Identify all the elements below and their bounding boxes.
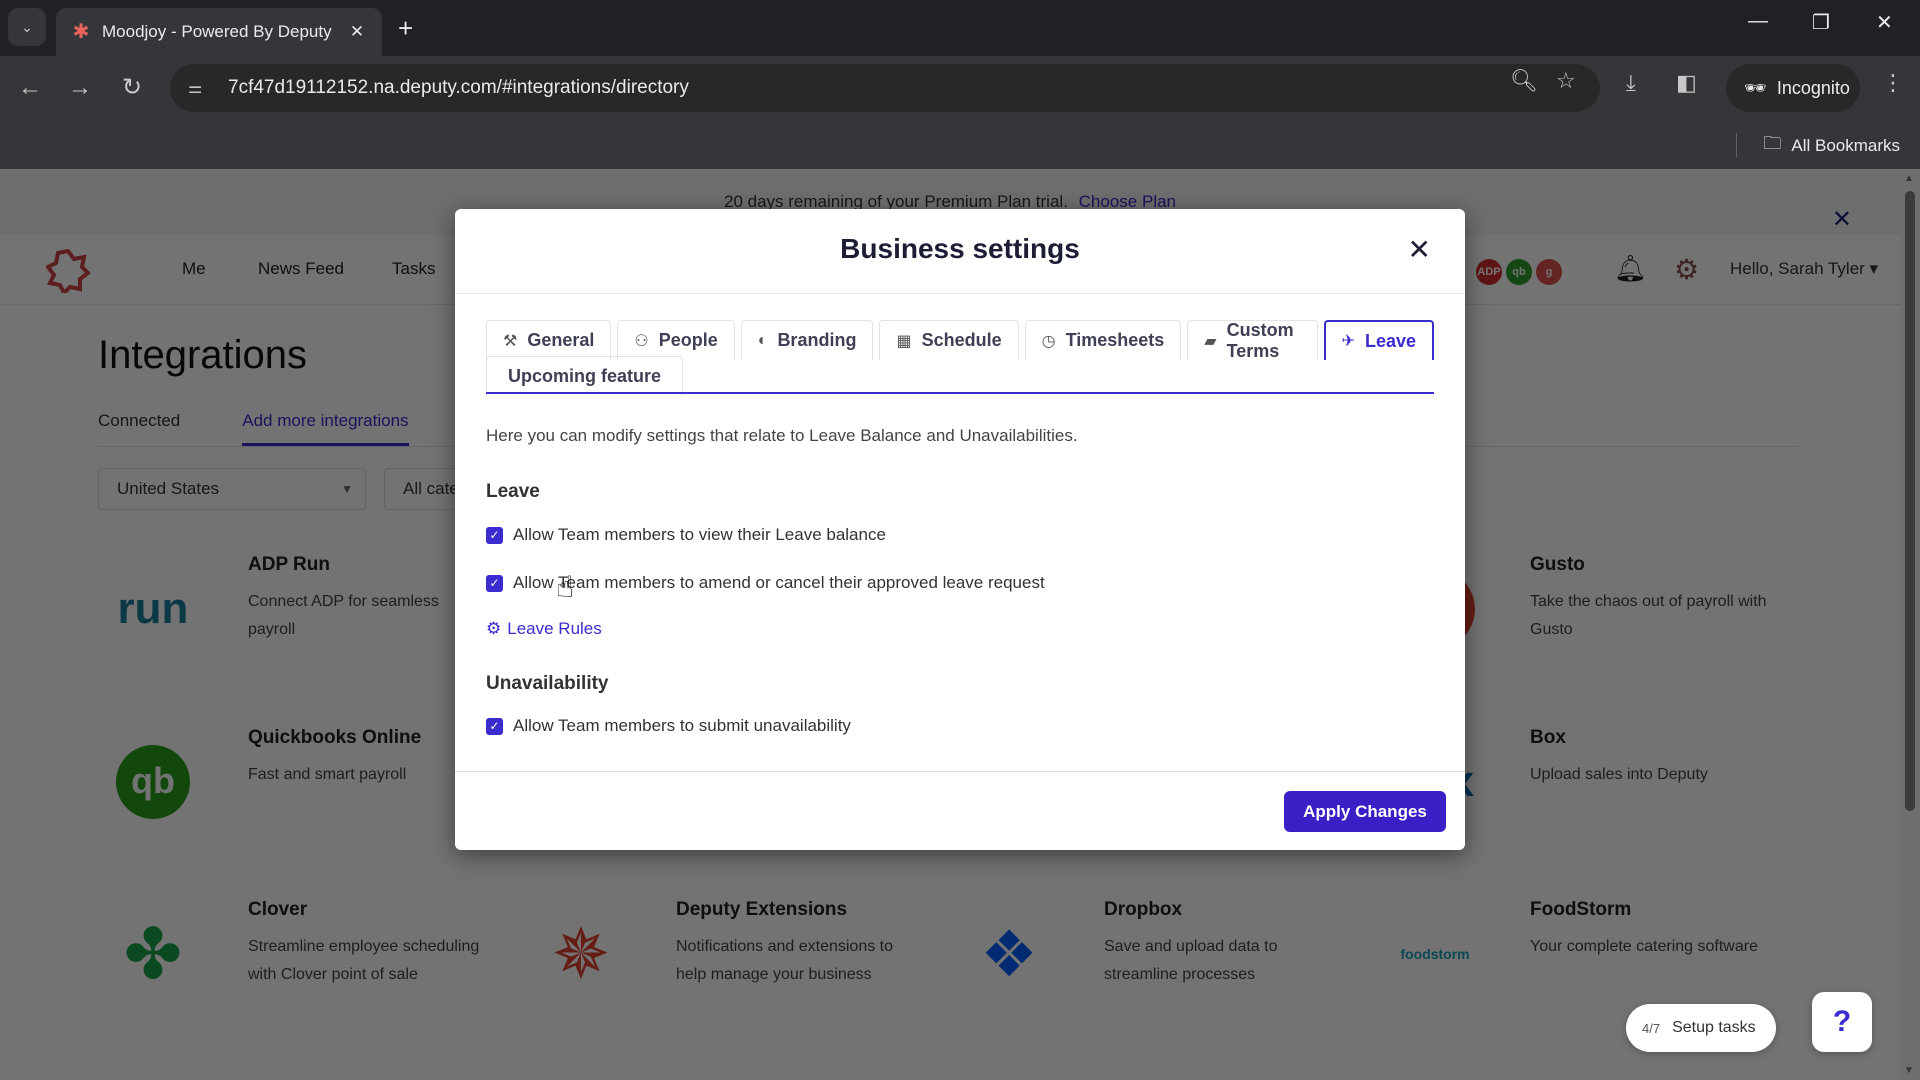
deputy-favicon-icon: ✱ xyxy=(72,21,90,43)
palette-icon: ◐ xyxy=(757,331,768,349)
hand-cursor-icon: ☝ xyxy=(556,571,575,604)
tab-label: People xyxy=(658,330,718,350)
incognito-icon: 🕶︎ xyxy=(1744,77,1767,98)
download-icon[interactable]: ⤓ xyxy=(1626,70,1636,96)
tab-branding[interactable]: ◐ Branding xyxy=(740,320,874,360)
amend-cancel-leave-checkbox[interactable]: ✓ xyxy=(486,574,503,592)
tab-label: Upcoming feature xyxy=(508,366,662,386)
calendar-icon: ▦ xyxy=(896,332,912,350)
tab-schedule[interactable]: ▦ Schedule xyxy=(879,320,1019,360)
forward-button[interactable]: → xyxy=(62,70,98,106)
side-panel-icon[interactable]: ◧ xyxy=(1676,70,1697,96)
close-window-button[interactable]: ✕ xyxy=(1876,10,1893,35)
tab-label: Schedule xyxy=(921,330,1002,350)
all-bookmarks-label: All Bookmarks xyxy=(1791,136,1900,155)
incognito-label: Incognito xyxy=(1776,77,1850,98)
people-icon: ⚇ xyxy=(634,332,649,350)
plane-icon: ✈ xyxy=(1341,333,1355,350)
tab-label: Timesheets xyxy=(1065,330,1165,350)
unavailability-section-title: Unavailability xyxy=(486,673,609,694)
business-settings-modal: Business settings ✕ ⚒ General ⚇ People ◐ Br… xyxy=(455,209,1465,850)
restore-button[interactable]: ❐ xyxy=(1812,10,1830,35)
bookmark-star-icon[interactable]: ☆ xyxy=(1556,68,1576,94)
submit-unavailability-checkbox[interactable]: ✓ xyxy=(486,717,503,735)
browser-tab-active[interactable]: ✱ Moodjoy - Powered By Deputy ✕ xyxy=(56,8,382,56)
tabs-underline xyxy=(486,392,1434,394)
option-label: Allow Team members to submit unavailabil… xyxy=(513,716,851,735)
book-icon: ▰ xyxy=(1204,332,1217,350)
address-bar[interactable]: ⚌ 7cf47d19112152.na.deputy.com/#integrat… xyxy=(170,64,1600,112)
apply-changes-button[interactable]: Apply Changes xyxy=(1284,791,1446,832)
setup-tasks-button[interactable]: 4/7 Setup tasks xyxy=(1626,1004,1776,1052)
reload-icon: ↻ xyxy=(121,74,143,101)
clock-icon: ◷ xyxy=(1041,332,1056,350)
tab-custom-terms[interactable]: ▰ Custom Terms xyxy=(1187,319,1318,361)
chevron-down-icon: ⌄ xyxy=(21,18,33,35)
tab-label: General xyxy=(527,330,595,350)
back-button[interactable]: ← xyxy=(12,70,48,106)
modal-footer-divider xyxy=(455,771,1465,772)
help-button[interactable]: ? xyxy=(1812,992,1872,1052)
arrow-left-icon: ← xyxy=(18,74,42,101)
tab-upcoming-feature[interactable]: Upcoming feature xyxy=(486,356,684,396)
scroll-down-icon[interactable]: ▼ xyxy=(1904,1065,1914,1076)
view-leave-balance-option[interactable]: ✓ Allow Team members to view their Leave… xyxy=(486,525,886,545)
leave-section-title: Leave xyxy=(486,481,540,502)
tab-search-button[interactable]: ⌄ xyxy=(8,8,46,46)
browser-tabstrip: ⌄ ✱ Moodjoy - Powered By Deputy ✕ + — ❐ … xyxy=(0,0,1920,56)
tools-icon: ⚒ xyxy=(503,332,518,350)
submit-unavailability-option[interactable]: ✓ Allow Team members to submit unavailab… xyxy=(486,716,851,736)
arrow-right-icon: → xyxy=(68,74,92,101)
incognito-indicator[interactable]: 🕶︎ Incognito xyxy=(1726,64,1860,112)
modal-header-divider xyxy=(455,293,1465,294)
tab-timesheets[interactable]: ◷ Timesheets xyxy=(1024,320,1182,360)
settings-tabs: ⚒ General ⚇ People ◐ Branding ▦ Schedule ◷ Ti… xyxy=(486,320,1434,396)
site-info-icon[interactable]: ⚌ xyxy=(188,78,214,98)
tab-leave[interactable]: ✈ Leave xyxy=(1323,320,1434,360)
new-tab-button[interactable]: + xyxy=(398,14,413,42)
reload-button[interactable]: ↻ xyxy=(114,70,150,106)
url-text: 7cf47d19112152.na.deputy.com/#integratio… xyxy=(228,77,689,98)
browser-toolbar: ← → ↻ ⚌ 7cf47d19112152.na.deputy.com/#in… xyxy=(0,56,1920,121)
scroll-up-icon[interactable]: ▲ xyxy=(1904,173,1914,184)
tab-general[interactable]: ⚒ General xyxy=(486,320,612,360)
view-leave-balance-checkbox[interactable]: ✓ xyxy=(486,526,503,544)
bookmarks-divider xyxy=(1736,133,1737,157)
browser-menu-icon[interactable]: ⋮ xyxy=(1882,70,1904,96)
scrollbar-thumb[interactable] xyxy=(1905,191,1915,811)
leave-rules-label: Leave Rules xyxy=(507,619,602,638)
tab-title: Moodjoy - Powered By Deputy xyxy=(102,22,332,41)
modal-title: Business settings xyxy=(840,233,1080,264)
leave-rules-link[interactable]: ⚙ Leave Rules xyxy=(486,619,602,639)
page-scrollbar[interactable]: ▲ ▼ xyxy=(1900,169,1920,1080)
minimize-button[interactable]: — xyxy=(1748,10,1768,33)
option-label: Allow Team members to amend or cancel th… xyxy=(513,573,1045,592)
tab-close-icon[interactable]: ✕ xyxy=(346,22,368,42)
option-label: Allow Team members to view their Leave b… xyxy=(513,525,886,544)
tab-label: Leave xyxy=(1364,330,1416,351)
folder-icon: 🗀 xyxy=(1763,133,1782,153)
bookmarks-bar: 🗀 All Bookmarks xyxy=(0,121,1920,169)
setup-tasks-count: 4/7 xyxy=(1642,1020,1661,1036)
modal-close-icon[interactable]: ✕ xyxy=(1408,233,1431,266)
tab-label: Custom Terms xyxy=(1226,319,1294,361)
tab-people[interactable]: ⚇ People xyxy=(617,320,735,360)
gears-icon: ⚙ xyxy=(486,619,502,638)
tab-label: Branding xyxy=(777,330,857,350)
zoom-icon[interactable]: 🔍︎ xyxy=(1510,68,1538,94)
leave-intro-text: Here you can modify settings that relate… xyxy=(486,426,1078,445)
all-bookmarks-button[interactable]: 🗀 All Bookmarks xyxy=(1763,131,1900,161)
setup-tasks-label: Setup tasks xyxy=(1672,1019,1756,1036)
